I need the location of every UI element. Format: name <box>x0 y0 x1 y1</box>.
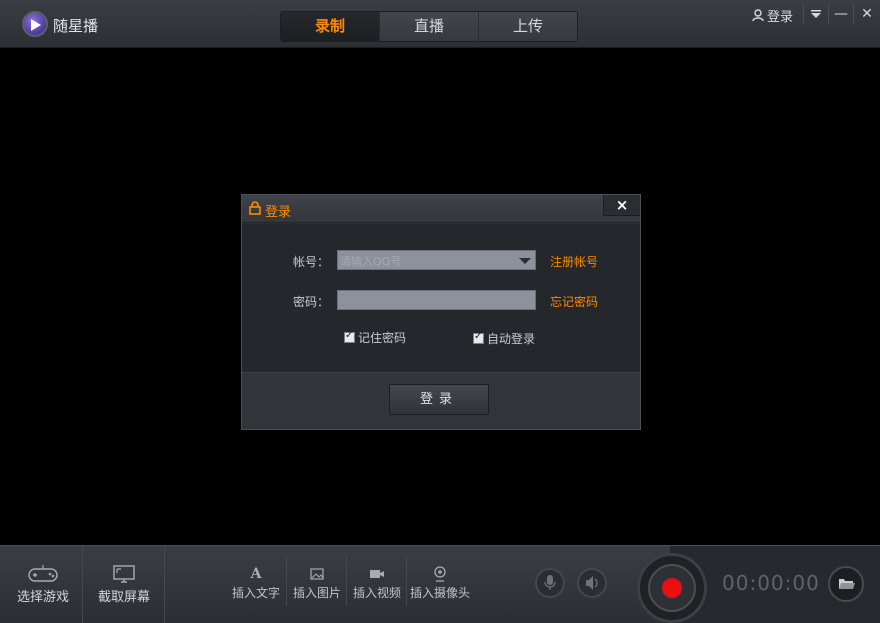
auto-login-checkbox[interactable]: 自动登录 <box>473 330 535 347</box>
video-camera-icon <box>370 570 384 578</box>
login-dialog: 登录 × 帐号： 请输入QQ号 注册帐号 密码： 忘记密码 记住密码 自动登录 … <box>241 194 641 430</box>
select-game-button[interactable]: 选择游戏 <box>10 564 76 605</box>
insert-camera-button[interactable]: 插入摄像头 <box>408 566 472 601</box>
account-select[interactable]: 请输入QQ号 <box>337 250 536 270</box>
divider <box>853 4 854 24</box>
dialog-footer: 登录 <box>242 372 640 429</box>
microphone-button[interactable] <box>535 568 565 598</box>
open-folder-button[interactable] <box>828 566 864 602</box>
minimize-button[interactable]: — <box>829 4 853 24</box>
close-button[interactable]: ✕ <box>855 4 879 24</box>
dropdown-menu-icon <box>811 10 821 18</box>
register-link[interactable]: 注册帐号 <box>550 253 598 270</box>
webcam-icon <box>434 566 446 582</box>
text-icon: A <box>250 566 262 582</box>
top-login-button[interactable]: 登录 <box>752 6 794 25</box>
insert-camera-label: 插入摄像头 <box>409 586 470 600</box>
remember-password-checkbox[interactable]: 记住密码 <box>344 329 406 346</box>
record-button[interactable] <box>637 553 707 623</box>
tab-upload[interactable]: 上传 <box>479 12 577 41</box>
speaker-icon <box>586 576 598 590</box>
divider <box>82 546 83 623</box>
remember-password-label: 记住密码 <box>358 331 407 345</box>
tab-record[interactable]: 录制 <box>281 12 380 41</box>
forgot-password-link[interactable]: 忘记密码 <box>550 293 598 310</box>
monitor-icon <box>113 565 135 583</box>
lock-icon <box>249 201 261 215</box>
checkbox-checked-icon <box>344 330 355 343</box>
account-label: 帐号： <box>293 255 330 269</box>
insert-image-label: 插入图片 <box>292 586 341 600</box>
capture-screen-button[interactable]: 截取屏幕 <box>91 564 157 605</box>
dropdown-menu-button[interactable] <box>804 4 828 24</box>
insert-image-button[interactable]: 插入图片 <box>289 566 345 601</box>
title-bar: 随星播 录制 直播 上传 登录 — ✕ <box>0 0 880 48</box>
divider <box>406 556 407 606</box>
dialog-body: 帐号： 请输入QQ号 注册帐号 密码： 忘记密码 记住密码 自动登录 <box>242 224 640 372</box>
microphone-icon <box>544 575 556 590</box>
divider <box>346 556 347 606</box>
dialog-title: 登录 <box>265 205 292 220</box>
top-login-label: 登录 <box>767 9 794 25</box>
divider <box>164 546 165 623</box>
image-icon <box>310 568 324 580</box>
folder-icon <box>839 579 855 589</box>
divider <box>286 556 287 606</box>
dialog-close-button[interactable]: × <box>603 195 640 216</box>
password-label: 密码： <box>293 295 330 309</box>
app-logo-icon <box>22 11 48 37</box>
gamepad-icon <box>28 565 58 582</box>
tab-live[interactable]: 直播 <box>380 12 479 41</box>
record-timer: 00:00:00 <box>722 571 820 595</box>
login-button[interactable]: 登录 <box>389 384 489 415</box>
account-placeholder: 请输入QQ号 <box>340 255 402 268</box>
insert-video-button[interactable]: 插入视频 <box>349 566 405 601</box>
password-field[interactable] <box>337 290 536 310</box>
dialog-header: 登录 × <box>242 195 640 223</box>
user-icon <box>752 8 764 21</box>
auto-login-label: 自动登录 <box>487 332 536 346</box>
mode-tabs: 录制 直播 上传 <box>280 11 578 42</box>
app-title: 随星播 <box>53 17 99 35</box>
chevron-down-icon[interactable] <box>519 258 531 264</box>
record-button-ring <box>648 564 696 612</box>
speaker-button[interactable] <box>577 568 607 598</box>
select-game-label: 选择游戏 <box>16 590 69 605</box>
checkbox-checked-icon <box>473 331 484 344</box>
capture-screen-label: 截取屏幕 <box>97 590 150 605</box>
record-icon <box>662 578 682 598</box>
insert-text-button[interactable]: A 插入文字 <box>228 566 284 601</box>
insert-video-label: 插入视频 <box>352 586 401 600</box>
insert-text-label: 插入文字 <box>231 586 280 600</box>
